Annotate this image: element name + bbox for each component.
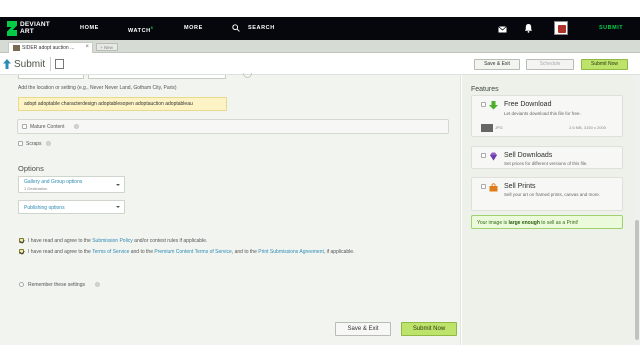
mature-content-panel: Mature Content ? <box>17 119 449 134</box>
file-thumbnail <box>481 124 493 132</box>
chevron-down-icon <box>116 206 120 208</box>
schedule-button[interactable]: Schedule <box>526 59 574 70</box>
free-download-card: Free Download Let deviants download this… <box>471 95 623 137</box>
nav-more[interactable]: MORE <box>184 25 203 31</box>
top-navigation-bar: DEVIANT ART HOME WATCH6 MORE SEARCH SUBM… <box>0 17 640 40</box>
help-icon[interactable] <box>243 73 252 78</box>
tags-field[interactable]: adopt adoptable characterdesign adoptabl… <box>18 97 227 111</box>
sell-downloads-card: Sell Downloads Set prices for different … <box>471 146 623 169</box>
page-title: Submit <box>14 59 46 70</box>
file-metadata: JPG 2.6 MB, 3150 x 2000 <box>481 124 617 132</box>
tab-current-submission[interactable]: SIDER adopt auction ... × <box>8 42 93 53</box>
print-agreement-link[interactable]: Print Submissions Agreement <box>258 249 324 255</box>
free-download-checkbox[interactable] <box>481 102 486 107</box>
free-download-title: Free Download <box>504 101 552 108</box>
submission-form: Add the location or setting (e.g., Never… <box>0 73 461 345</box>
mature-content-label: Mature Content <box>30 124 65 130</box>
nav-watch[interactable]: WATCH6 <box>128 25 154 34</box>
agree2-text-mid2: , and to the <box>231 249 259 255</box>
options-heading: Options <box>18 164 44 173</box>
features-sidebar: Features Free Download Let deviants down… <box>462 75 634 345</box>
gallery-destination-count: 1 Destination <box>24 186 48 191</box>
remember-help-icon[interactable]: ? <box>95 282 100 287</box>
category-select[interactable] <box>18 75 84 79</box>
file-type: JPG <box>495 125 503 130</box>
tab-label: SIDER adopt auction ... <box>22 45 75 51</box>
print-note-post: to sell as a Print! <box>539 220 579 226</box>
file-info: 2.6 MB, 3150 x 2000 <box>569 125 606 130</box>
sell-prints-desc: Sell your art on framed prints, canvas a… <box>504 192 601 197</box>
sell-downloads-title: Sell Downloads <box>504 152 553 159</box>
premium-terms-link[interactable]: Premium Content Terms of Service <box>154 249 231 255</box>
mature-content-checkbox[interactable] <box>22 124 27 129</box>
agree2-text-mid: and to the <box>129 249 155 255</box>
download-arrow-icon <box>489 101 498 110</box>
submit-toolbar: Submit Save & Exit Schedule Submit Now <box>0 54 640 75</box>
new-tab-button[interactable]: + New <box>96 43 118 51</box>
logo-text: DEVIANT ART <box>20 21 50 35</box>
mature-help-icon[interactable]: ? <box>74 124 79 129</box>
save-exit-button-top[interactable]: Save & Exit <box>474 59 520 70</box>
terms-agreement: I have read and agree to the Terms of Se… <box>28 249 354 255</box>
print-note-bold: large enough <box>508 220 540 226</box>
upload-arrow-icon <box>3 59 11 69</box>
publishing-options-dropdown[interactable]: Publishing options <box>18 200 125 214</box>
agree2-text-end: , if applicable. <box>323 249 355 255</box>
agree2-text: I have read and agree to the <box>28 249 93 255</box>
scraps-help-icon[interactable]: ? <box>46 141 51 146</box>
mail-icon[interactable] <box>498 26 507 33</box>
scraps-checkbox[interactable] <box>18 141 23 146</box>
print-eligibility-notice: Your image is large enough to sell as a … <box>471 215 623 229</box>
sell-prints-title: Sell Prints <box>504 183 536 190</box>
submission-policy-link[interactable]: Submission Policy <box>92 238 133 244</box>
chevron-down-icon <box>116 184 120 186</box>
search-icon[interactable] <box>232 24 240 32</box>
nav-watch-label: WATCH <box>128 27 151 34</box>
submit-now-button-top[interactable]: Submit Now <box>581 59 628 70</box>
subcategory-select[interactable] <box>88 75 226 79</box>
watch-count-badge: 6 <box>150 25 154 30</box>
nav-search[interactable]: SEARCH <box>248 25 275 31</box>
document-icon[interactable] <box>55 59 64 69</box>
terms-of-service-link[interactable]: Terms of Service <box>92 249 129 255</box>
scraps-label: Scraps <box>26 141 42 147</box>
deviantart-logo-icon <box>7 21 17 36</box>
page-scrollbar[interactable] <box>634 75 640 345</box>
submission-policy-agreement: I have read and agree to the Submission … <box>28 238 207 244</box>
avatar-image <box>558 25 566 33</box>
tab-close-icon[interactable]: × <box>85 44 89 50</box>
submission-tab-bar: SIDER adopt auction ... × + New <box>0 40 640 53</box>
scrollbar-thumb[interactable] <box>635 220 639 340</box>
print-shop-icon <box>489 183 498 192</box>
submission-policy-checkbox[interactable] <box>19 238 24 243</box>
terms-checkbox[interactable] <box>19 249 24 254</box>
agree1-text-end: and/or contest rules if applicable. <box>132 238 208 244</box>
user-avatar[interactable] <box>554 21 568 35</box>
sell-prints-card: Sell Prints Sell your art on framed prin… <box>471 177 623 211</box>
save-exit-button[interactable]: Save & Exit <box>335 322 391 336</box>
gallery-options-label: Gallery and Group options <box>24 179 83 185</box>
remember-settings-checkbox[interactable] <box>19 282 24 287</box>
agree1-text: I have read and agree to the <box>28 238 93 244</box>
nav-home[interactable]: HOME <box>80 25 99 31</box>
toolbar-divider <box>50 57 51 71</box>
deviantart-logo[interactable]: DEVIANT ART <box>7 20 50 37</box>
location-label: Add the location or setting (e.g., Never… <box>18 85 177 91</box>
sell-downloads-checkbox[interactable] <box>481 153 486 158</box>
gem-icon <box>490 152 497 161</box>
remember-settings-label: Remember these settings <box>28 282 85 288</box>
top-submit-link[interactable]: SUBMIT <box>599 25 623 31</box>
free-download-desc: Let deviants download this file for free… <box>504 111 581 116</box>
print-note-pre: Your image is <box>477 220 509 226</box>
submit-now-button[interactable]: Submit Now <box>401 322 457 336</box>
notifications-bell-icon[interactable] <box>524 23 533 33</box>
features-heading: Features <box>471 86 499 93</box>
publishing-options-label: Publishing options <box>24 205 65 211</box>
sell-prints-checkbox[interactable] <box>481 184 486 189</box>
tab-thumbnail <box>13 45 20 51</box>
gallery-group-options-dropdown[interactable]: Gallery and Group options 1 Destination <box>18 176 125 193</box>
sell-downloads-desc: Set prices for different versions of thi… <box>504 161 588 166</box>
